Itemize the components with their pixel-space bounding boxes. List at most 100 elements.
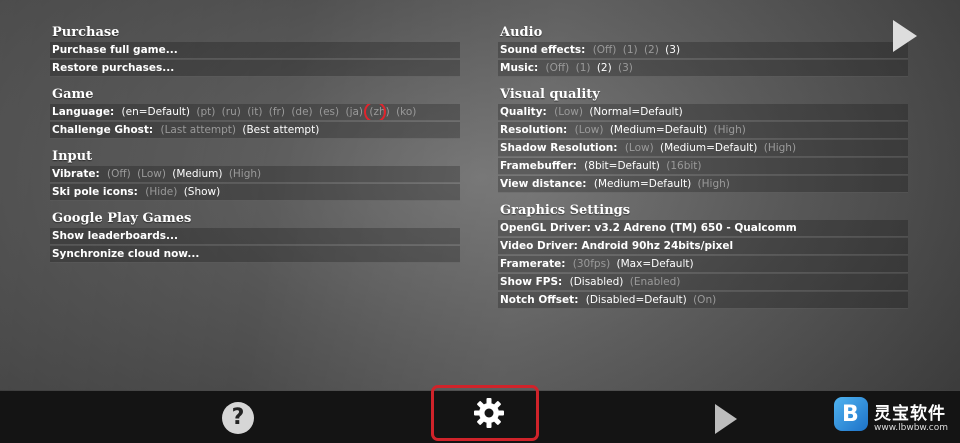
notch-option-disabled[interactable]: (Disabled=Default)	[586, 294, 687, 306]
language-option-it[interactable]: (it)	[247, 106, 262, 118]
sfx-option-3[interactable]: (3)	[665, 44, 680, 56]
language-option-ja[interactable]: (ja)	[345, 106, 363, 118]
restore-purchases-button[interactable]: Restore purchases...	[50, 60, 460, 77]
google-play-section: Google Play Games Show leaderboards... S…	[50, 210, 460, 263]
shadow-resolution-label: Shadow Resolution:	[500, 142, 618, 154]
language-row: Language: (en=Default) (pt) (ru) (it) (f…	[50, 104, 460, 121]
framebuffer-option-8bit[interactable]: (8bit=Default)	[584, 160, 660, 172]
framerate-row: Framerate: (30fps) (Max=Default)	[498, 256, 908, 273]
vibrate-row: Vibrate: (Off) (Low) (Medium) (High)	[50, 166, 460, 183]
game-section: Game Language: (en=Default) (pt) (ru) (i…	[50, 86, 460, 139]
vibrate-option-medium[interactable]: (Medium)	[172, 168, 222, 180]
show-leaderboards-label: Show leaderboards...	[52, 230, 178, 242]
sfx-option-off[interactable]: (Off)	[593, 44, 617, 56]
shadow-option-high[interactable]: (High)	[764, 142, 796, 154]
purchase-title: Purchase	[52, 25, 120, 40]
resolution-label: Resolution:	[500, 124, 568, 136]
play-icon-top[interactable]	[893, 20, 917, 52]
shadow-option-medium[interactable]: (Medium=Default)	[660, 142, 757, 154]
challenge-ghost-row: Challenge Ghost: (Last attempt) (Best at…	[50, 122, 460, 139]
help-button[interactable]: ?	[222, 402, 254, 434]
vibrate-option-high[interactable]: (High)	[229, 168, 261, 180]
language-option-ko[interactable]: (ko)	[396, 106, 416, 118]
vibrate-option-off[interactable]: (Off)	[107, 168, 131, 180]
visual-quality-section: Visual quality Quality: (Low) (Normal=De…	[498, 86, 908, 193]
left-settings-column: Purchase Purchase full game... Restore p…	[50, 24, 460, 272]
notch-offset-row: Notch Offset: (Disabled=Default) (On)	[498, 292, 908, 309]
input-title: Input	[52, 149, 93, 164]
music-option-off[interactable]: (Off)	[546, 62, 570, 74]
resolution-option-high[interactable]: (High)	[714, 124, 746, 136]
framerate-option-30fps[interactable]: (30fps)	[573, 258, 610, 270]
ski-pole-icons-row: Ski pole icons: (Hide) (Show)	[50, 184, 460, 201]
sfx-option-1[interactable]: (1)	[623, 44, 638, 56]
fps-option-disabled[interactable]: (Disabled)	[570, 276, 624, 288]
shadow-resolution-row: Shadow Resolution: (Low) (Medium=Default…	[498, 140, 908, 157]
language-label: Language:	[52, 106, 115, 118]
gear-icon	[474, 398, 504, 428]
ghost-option-best[interactable]: (Best attempt)	[242, 124, 319, 136]
synchronize-cloud-button[interactable]: Synchronize cloud now...	[50, 246, 460, 263]
quality-option-normal[interactable]: (Normal=Default)	[589, 106, 682, 118]
language-option-ru[interactable]: (ru)	[222, 106, 241, 118]
ski-pole-option-show[interactable]: (Show)	[184, 186, 221, 198]
language-option-de[interactable]: (de)	[291, 106, 312, 118]
visual-quality-title: Visual quality	[500, 87, 600, 102]
shadow-option-low[interactable]: (Low)	[625, 142, 654, 154]
watermark: B 灵宝软件 www.lbwbw.com	[834, 397, 960, 441]
settings-button-highlighted[interactable]	[431, 385, 539, 441]
show-fps-label: Show FPS:	[500, 276, 563, 288]
view-distance-option-high[interactable]: (High)	[698, 178, 730, 190]
sound-effects-row: Sound effects: (Off) (1) (2) (3)	[498, 42, 908, 59]
audio-section: Audio Sound effects: (Off) (1) (2) (3) M…	[498, 24, 908, 77]
vibrate-option-low[interactable]: (Low)	[137, 168, 166, 180]
quality-row: Quality: (Low) (Normal=Default)	[498, 104, 908, 121]
synchronize-cloud-label: Synchronize cloud now...	[52, 248, 200, 260]
restore-purchases-label: Restore purchases...	[52, 62, 175, 74]
view-distance-option-medium[interactable]: (Medium=Default)	[594, 178, 691, 190]
resolution-option-low[interactable]: (Low)	[575, 124, 604, 136]
purchase-full-game-label: Purchase full game...	[52, 44, 178, 56]
resolution-option-medium[interactable]: (Medium=Default)	[610, 124, 707, 136]
show-fps-row: Show FPS: (Disabled) (Enabled)	[498, 274, 908, 291]
ski-pole-icons-label: Ski pole icons:	[52, 186, 138, 198]
framerate-option-max[interactable]: (Max=Default)	[617, 258, 694, 270]
music-option-1[interactable]: (1)	[576, 62, 591, 74]
video-driver-text: Video Driver: Android 90hz 24bits/pixel	[500, 240, 734, 252]
google-play-title: Google Play Games	[52, 211, 192, 226]
play-button-bottom[interactable]	[715, 404, 737, 434]
framebuffer-option-16bit[interactable]: (16bit)	[666, 160, 701, 172]
language-option-zh[interactable]: (zh)	[364, 104, 390, 120]
watermark-text: 灵宝软件	[874, 404, 946, 424]
ski-pole-option-hide[interactable]: (Hide)	[145, 186, 177, 198]
ghost-option-last[interactable]: (Last attempt)	[160, 124, 236, 136]
question-icon: ?	[231, 405, 245, 430]
music-option-2[interactable]: (2)	[597, 62, 612, 74]
show-leaderboards-button[interactable]: Show leaderboards...	[50, 228, 460, 245]
music-option-3[interactable]: (3)	[618, 62, 633, 74]
language-option-pt[interactable]: (pt)	[196, 106, 215, 118]
notch-option-on[interactable]: (On)	[693, 294, 716, 306]
opengl-driver-text: OpenGL Driver: v3.2 Adreno (TM) 650 - Qu…	[500, 222, 797, 234]
language-option-es[interactable]: (es)	[319, 106, 339, 118]
sound-effects-label: Sound effects:	[500, 44, 586, 56]
sfx-option-2[interactable]: (2)	[644, 44, 659, 56]
quality-label: Quality:	[500, 106, 547, 118]
graphics-settings-section: Graphics Settings OpenGL Driver: v3.2 Ad…	[498, 202, 908, 309]
music-row: Music: (Off) (1) (2) (3)	[498, 60, 908, 77]
right-settings-column: Audio Sound effects: (Off) (1) (2) (3) M…	[498, 24, 908, 318]
language-option-fr[interactable]: (fr)	[269, 106, 285, 118]
framebuffer-row: Framebuffer: (8bit=Default) (16bit)	[498, 158, 908, 175]
language-option-en[interactable]: (en=Default)	[122, 106, 190, 118]
fps-option-enabled[interactable]: (Enabled)	[630, 276, 681, 288]
framerate-label: Framerate:	[500, 258, 566, 270]
red-circle-highlight	[364, 104, 387, 120]
challenge-ghost-label: Challenge Ghost:	[52, 124, 154, 136]
quality-option-low[interactable]: (Low)	[554, 106, 583, 118]
video-driver-row: Video Driver: Android 90hz 24bits/pixel	[498, 238, 908, 255]
input-section: Input Vibrate: (Off) (Low) (Medium) (Hig…	[50, 148, 460, 201]
purchase-full-game-button[interactable]: Purchase full game...	[50, 42, 460, 59]
music-label: Music:	[500, 62, 539, 74]
watermark-logo: B	[834, 397, 868, 431]
view-distance-row: View distance: (Medium=Default) (High)	[498, 176, 908, 193]
